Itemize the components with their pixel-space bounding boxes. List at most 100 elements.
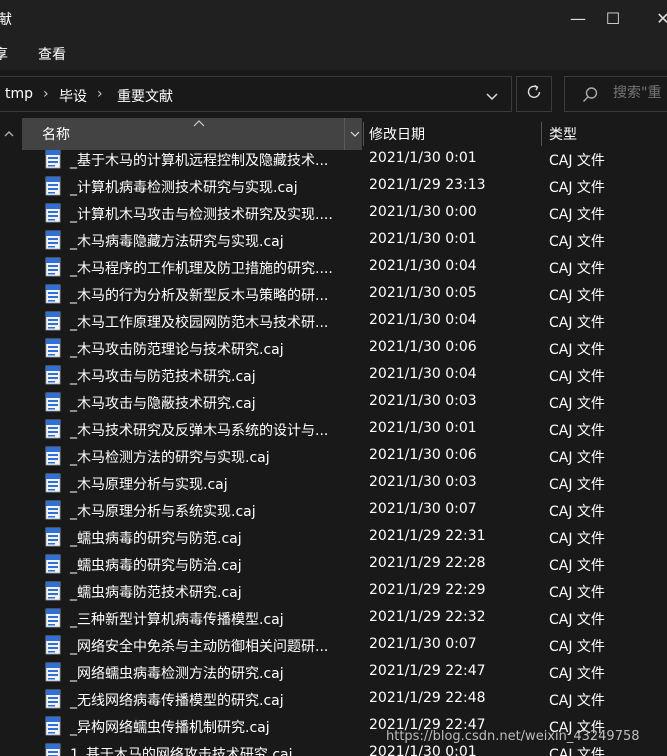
refresh-button[interactable] [516,76,552,112]
caj-file-icon [44,527,62,547]
file-type: CAJ 文件 [549,504,605,520]
file-type: CAJ 文件 [549,207,605,223]
search-box[interactable] [564,76,667,112]
file-row[interactable]: _木马攻击防范理论与技术研究.caj 2021/1/30 0:06 CAJ 文件 [20,335,667,362]
file-row[interactable]: _木马原理分析与系统实现.caj 2021/1/30 0:07 CAJ 文件 [20,497,667,524]
file-modified-date: 2021/1/30 0:03 [369,474,477,490]
file-type: CAJ 文件 [549,315,605,331]
file-row[interactable]: _木马攻击与防范技术研究.caj 2021/1/30 0:04 CAJ 文件 [20,362,667,389]
maximize-button[interactable]: ☐ [590,0,636,36]
file-row[interactable]: _网络蠕虫病毒检测方法的研究.caj 2021/1/29 22:47 CAJ 文件 [20,659,667,686]
file-name: _木马检测方法的研究与实现.caj [70,450,270,466]
file-type: CAJ 文件 [549,180,605,196]
column-header-name[interactable]: 名称 [22,118,362,150]
address-bar[interactable]: tmp › 毕设 › 重要文献 [0,76,512,112]
scroll-up-button[interactable] [0,118,18,150]
caj-file-icon [44,150,62,169]
file-modified-date: 2021/1/30 0:05 [369,285,477,301]
chevron-down-icon[interactable] [344,118,364,150]
caj-file-icon [44,743,62,756]
file-row[interactable]: _基于木马的计算机远程控制及隐藏技术... 2021/1/30 0:01 CAJ 文… [20,150,667,173]
file-type: CAJ 文件 [549,450,605,466]
file-row[interactable]: _木马原理分析与实现.caj 2021/1/30 0:03 CAJ 文件 [20,470,667,497]
chevron-down-icon[interactable] [481,85,503,107]
breadcrumb-separator[interactable]: › [97,86,103,102]
caj-file-icon [44,419,62,439]
file-row[interactable]: _无线网络病毒传播模型的研究.caj 2021/1/29 22:48 CAJ 文件 [20,686,667,713]
column-divider[interactable] [363,122,364,146]
file-type: CAJ 文件 [549,396,605,412]
file-name: _木马的行为分析及新型反木马策略的研... [70,288,329,304]
column-header-row: 名称 修改日期 类型 [20,118,667,150]
file-name: _木马程序的工作机理及防卫措施的研究.... [70,261,333,277]
caj-file-icon [44,176,62,196]
file-row[interactable]: _三种新型计算机病毒传播模型.caj 2021/1/29 22:32 CAJ 文件 [20,605,667,632]
breadcrumb-bishe[interactable]: 毕设 [59,86,87,106]
file-modified-date: 2021/1/30 0:07 [369,501,477,517]
caj-file-icon [44,608,62,628]
breadcrumb-important-docs[interactable]: 重要文献 [117,86,173,106]
file-name: _三种新型计算机病毒传播模型.caj [70,612,284,628]
file-type: CAJ 文件 [549,423,605,439]
file-name: _木马攻击与隐蔽技术研究.caj [70,396,256,412]
file-type: CAJ 文件 [549,153,605,169]
file-name: _蠕虫病毒防范技术研究.caj [70,585,242,601]
file-type: CAJ 文件 [549,558,605,574]
file-modified-date: 2021/1/30 0:03 [369,393,477,409]
file-row[interactable]: _木马病毒隐藏方法研究与实现.caj 2021/1/30 0:01 CAJ 文件 [20,227,667,254]
column-header-date[interactable]: 修改日期 [369,118,539,150]
file-modified-date: 2021/1/29 23:13 [369,177,486,193]
file-modified-date: 2021/1/30 0:01 [369,420,477,436]
file-name: _无线网络病毒传播模型的研究.caj [70,693,284,709]
file-type: CAJ 文件 [549,585,605,601]
file-name: _网络安全中免杀与主动防御相关问题研... [70,639,329,655]
file-name: _蠕虫病毒的研究与防治.caj [70,558,242,574]
file-row[interactable]: _计算机病毒检测技术研究与实现.caj 2021/1/29 23:13 CAJ 文件 [20,173,667,200]
file-row[interactable]: _网络安全中免杀与主动防御相关问题研... 2021/1/30 0:07 CAJ 文… [20,632,667,659]
file-row[interactable]: _木马工作原理及校园网防范木马技术研... 2021/1/30 0:04 CAJ 文… [20,308,667,335]
file-name: _蠕虫病毒的研究与防范.caj [70,531,242,547]
caj-file-icon [44,392,62,412]
file-type: CAJ 文件 [549,531,605,547]
file-row[interactable]: _木马程序的工作机理及防卫措施的研究.... 2021/1/30 0:04 CAJ … [20,254,667,281]
file-list: _基于木马的计算机远程控制及隐藏技术... 2021/1/30 0:01 CAJ 文… [20,150,667,756]
close-button[interactable]: ✕ [640,0,667,36]
tab-view[interactable]: 查看 [38,44,66,64]
caj-file-icon [44,716,62,736]
watermark: https://blog.csdn.net/weixin_43249758 [386,729,640,744]
file-modified-date: 2021/1/29 22:47 [369,663,486,679]
column-header-type[interactable]: 类型 [549,118,649,150]
caj-file-icon [44,230,62,250]
file-name: _计算机木马攻击与检测技术研究及实现.... [70,207,333,223]
file-modified-date: 2021/1/30 0:04 [369,366,477,382]
file-row[interactable]: _木马的行为分析及新型反木马策略的研... 2021/1/30 0:05 CAJ 文… [20,281,667,308]
title-bar: 献 — ☐ ✕ [0,0,667,36]
file-modified-date: 2021/1/30 0:00 [369,204,477,220]
column-header-date-label: 修改日期 [369,127,425,143]
navigation-pane-scrollbar[interactable] [0,150,18,756]
file-row[interactable]: _木马技术研究及反弹木马系统的设计与... 2021/1/30 0:01 CAJ 文… [20,416,667,443]
file-row[interactable]: _蠕虫病毒的研究与防范.caj 2021/1/29 22:31 CAJ 文件 [20,524,667,551]
caj-file-icon [44,581,62,601]
search-input[interactable] [613,85,667,101]
file-row[interactable]: _木马检测方法的研究与实现.caj 2021/1/30 0:06 CAJ 文件 [20,443,667,470]
file-type: CAJ 文件 [549,612,605,628]
caj-file-icon [44,311,62,331]
tab-share[interactable]: 享 [0,44,8,64]
file-row[interactable]: _计算机木马攻击与检测技术研究及实现.... 2021/1/30 0:00 CAJ … [20,200,667,227]
file-row[interactable]: _蠕虫病毒防范技术研究.caj 2021/1/29 22:29 CAJ 文件 [20,578,667,605]
column-divider[interactable] [541,122,542,146]
refresh-icon [525,83,543,105]
file-modified-date: 2021/1/29 22:28 [369,555,486,571]
caj-file-icon [44,203,62,223]
file-type: CAJ 文件 [549,747,605,756]
file-modified-date: 2021/1/29 22:31 [369,528,486,544]
breadcrumb-separator[interactable]: › [43,86,49,102]
file-name: _木马原理分析与系统实现.caj [70,504,256,520]
file-type: CAJ 文件 [549,369,605,385]
file-name: _木马原理分析与实现.caj [70,477,228,493]
breadcrumb-tmp[interactable]: tmp [5,86,33,102]
caj-file-icon [44,689,62,709]
file-row[interactable]: _木马攻击与隐蔽技术研究.caj 2021/1/30 0:03 CAJ 文件 [20,389,667,416]
file-row[interactable]: _蠕虫病毒的研究与防治.caj 2021/1/29 22:28 CAJ 文件 [20,551,667,578]
